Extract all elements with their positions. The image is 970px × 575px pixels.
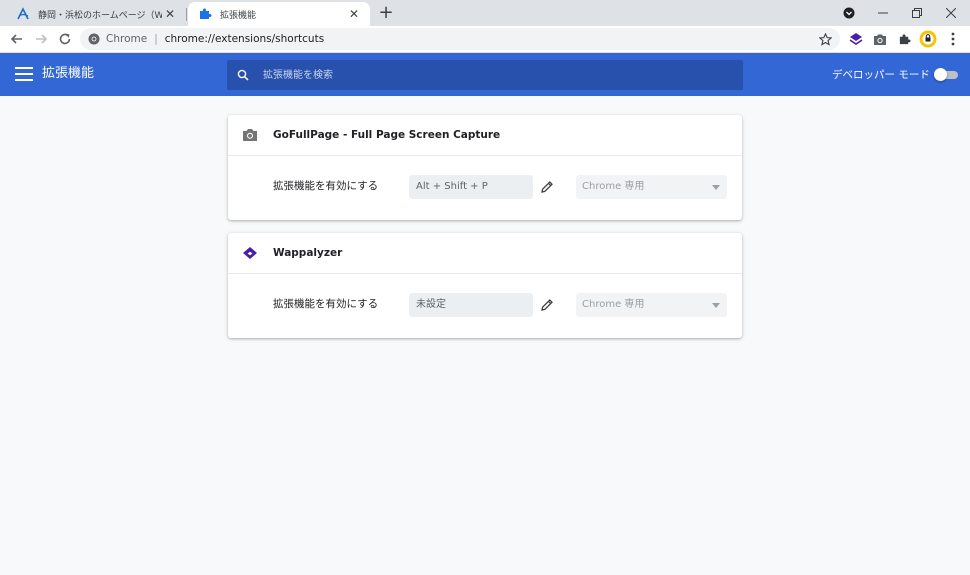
reload-button[interactable] [55,29,75,49]
search-bar[interactable] [227,60,743,90]
back-button[interactable] [7,29,27,49]
devmode-label: デベロッパー モード [832,69,930,81]
page-title: 拡張機能 [42,66,95,81]
extensions-puzzle-icon[interactable] [895,30,913,48]
menu-icon[interactable] [15,67,33,81]
tab-extensions[interactable]: 拡張機能 ✕ [188,2,370,26]
omnibox-separator: | [154,33,158,45]
tab-site[interactable]: 静岡・浜松のホームページ（Webサイ ✕ [6,2,186,26]
shortcut-field[interactable]: Alt + Shift + P [409,175,533,199]
avatar[interactable] [919,30,937,48]
wappalyzer-toolbar-icon[interactable] [847,30,865,48]
new-tab-button[interactable]: + [376,3,396,23]
edit-pencil-icon[interactable] [539,297,555,313]
close-window-button[interactable] [934,0,968,26]
scope-value: Chrome 専用 [582,181,645,192]
chevron-down-icon [712,185,720,190]
minimize-button[interactable] [866,0,900,26]
site-logo-icon [17,7,29,20]
tab-title: 静岡・浜松のホームページ（Webサイ [38,10,162,21]
url-text: chrome://extensions/shortcuts [164,33,325,45]
close-tab-icon[interactable]: ✕ [346,7,362,21]
camera-toolbar-icon[interactable] [871,30,889,48]
camera-icon [243,129,257,141]
command-label: 拡張機能を有効にする [273,180,379,192]
extension-card: Wappalyzer 拡張機能を有効にする 未設定 Chrome 専用 [228,233,742,338]
scope-select[interactable]: Chrome 専用 [576,175,727,199]
restore-button[interactable] [900,0,934,26]
profile-menu-icon[interactable] [832,0,866,26]
close-tab-icon[interactable]: ✕ [162,7,178,21]
card-header: GoFullPage - Full Page Screen Capture [228,115,742,156]
extension-name: GoFullPage - Full Page Screen Capture [273,129,501,141]
extension-card: GoFullPage - Full Page Screen Capture 拡張… [228,115,742,220]
search-icon [237,69,249,81]
card-header: Wappalyzer [228,233,742,274]
omnibox-label: Chrome [106,33,148,45]
address-bar[interactable]: Chrome | chrome://extensions/shortcuts [80,28,840,50]
forward-button[interactable] [31,29,51,49]
scope-value: Chrome 専用 [582,299,645,310]
shortcut-field[interactable]: 未設定 [409,293,533,317]
devmode-toggle[interactable] [934,68,960,81]
chrome-icon [88,33,100,45]
extension-name: Wappalyzer [273,247,343,259]
puzzle-icon [200,8,212,19]
command-label: 拡張機能を有効にする [273,298,379,310]
tab-title: 拡張機能 [220,10,257,21]
scope-select[interactable]: Chrome 専用 [576,293,727,317]
chevron-down-icon [712,303,720,308]
tab-divider [186,8,187,21]
more-menu-icon[interactable] [944,30,962,48]
edit-pencil-icon[interactable] [539,179,555,195]
search-input[interactable] [261,68,725,82]
bookmark-star-icon[interactable] [816,30,834,48]
wappalyzer-icon [243,247,257,259]
